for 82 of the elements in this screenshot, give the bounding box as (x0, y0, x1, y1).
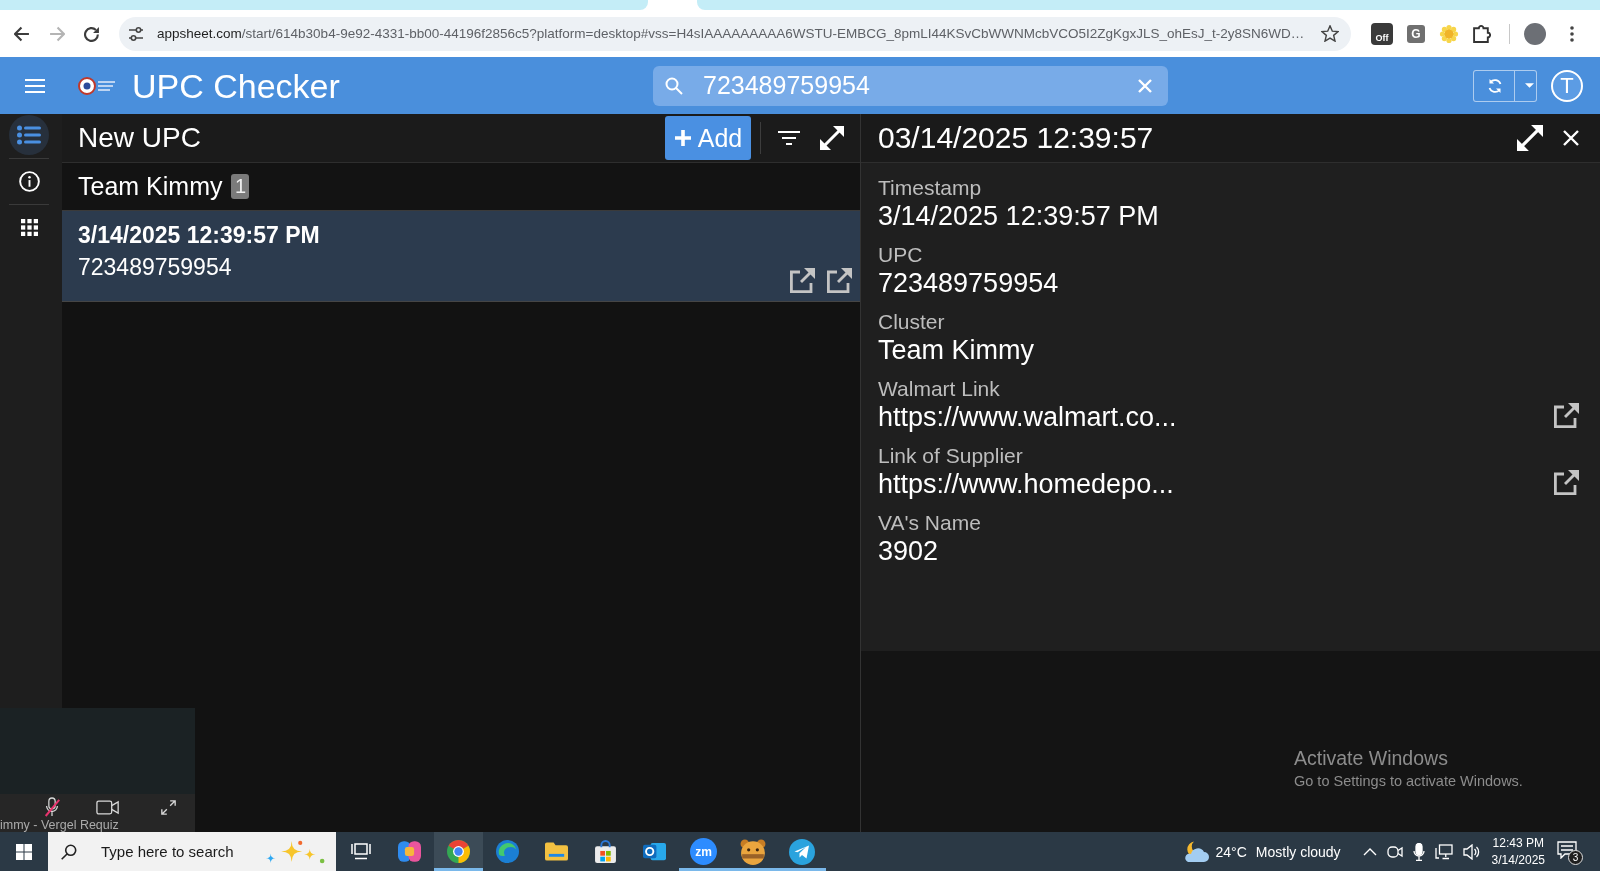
reload-icon[interactable] (84, 25, 100, 42)
folder-icon (545, 840, 568, 863)
activation-message: Go to Settings to activate Windows. (1294, 772, 1523, 791)
sparkle-icon (265, 839, 325, 864)
task-view-icon (350, 843, 371, 860)
field-link[interactable]: https://www.walmart.co... (878, 401, 1177, 433)
weather-condition[interactable]: Mostly cloudy (1255, 843, 1341, 860)
row-title: 3/14/2025 12:39:57 PM (78, 221, 320, 249)
view-title: New UPC (78, 122, 202, 154)
count-badge: 1 (231, 174, 250, 199)
sync-button[interactable] (1473, 69, 1537, 102)
puzzle-icon[interactable] (1473, 24, 1491, 43)
list-row[interactable]: 3/14/2025 12:39:57 PM 723489759954 (62, 211, 860, 302)
colorful-blob-icon (398, 840, 421, 863)
paper-plane-icon (788, 838, 815, 865)
grid-icon (20, 218, 38, 236)
taskbar-app-button[interactable] (434, 832, 483, 871)
plus-icon (673, 129, 692, 147)
external-link-icon[interactable] (825, 267, 853, 295)
mail-tile-icon (643, 840, 666, 863)
animal-face-icon (739, 838, 766, 865)
expand-icon[interactable] (1517, 125, 1543, 151)
caret-icon (1525, 83, 1534, 88)
field-label: VA's Name (878, 511, 981, 535)
microphone-icon[interactable] (1412, 842, 1425, 861)
microphone-muted-icon[interactable] (43, 797, 61, 817)
participant-name: immy - Vergel Requiz (0, 818, 119, 832)
search-placeholder: Type here to search (101, 843, 235, 860)
speaker-icon[interactable] (1462, 843, 1481, 860)
clock-time[interactable]: 12:43 PM (1492, 834, 1544, 852)
external-link-icon[interactable] (1552, 402, 1580, 430)
star-icon[interactable] (1321, 25, 1339, 42)
shopping-bag-icon (594, 840, 617, 863)
round-logo: zm (690, 838, 717, 865)
windows-logo-icon[interactable] (16, 843, 32, 860)
weather-temperature[interactable]: 24°C (1215, 843, 1247, 860)
app-title: UPC Checker (132, 65, 340, 106)
search-icon (665, 76, 683, 95)
field-value: 723489759954 (878, 267, 1059, 299)
emblem-logo (78, 75, 116, 96)
network-icon[interactable] (1434, 843, 1453, 860)
tune-icon[interactable] (128, 25, 144, 42)
info-icon (18, 170, 40, 192)
list-icon (17, 125, 41, 145)
field-link[interactable]: https://www.homedepo... (878, 468, 1174, 500)
filter-icon[interactable] (778, 130, 800, 146)
chevron-up-icon[interactable] (1362, 847, 1377, 856)
row-subtitle: 723489759954 (78, 253, 232, 281)
profile-avatar[interactable] (1524, 22, 1546, 45)
group-name: Team Kimmy (78, 172, 223, 201)
url-text[interactable]: appsheet.com/start/614b30b4-9e92-4331-bb00-44196f2856c5?platform=desktop#vss=H4sIAAAAAAAAA6WSTU-EMBCG_8pmLI44KSvCbWWNMcbVCO5I2ZgKgxJLS_ohEsJ_t-2y8SN6WD… (157, 26, 1305, 41)
field-label: Timestamp (878, 176, 982, 200)
close-icon[interactable] (1563, 130, 1579, 146)
menu-icon[interactable] (25, 78, 45, 93)
field-value: 3902 (878, 535, 939, 567)
extension-button[interactable]: G (1407, 24, 1425, 43)
video-camera-icon[interactable] (96, 798, 120, 816)
more-icon[interactable] (1570, 25, 1574, 42)
extension-status-badge[interactable]: Off (1371, 22, 1393, 45)
field-label: Walmart Link (878, 377, 1000, 401)
fullscreen-icon[interactable] (161, 799, 176, 815)
field-value: 3/14/2025 12:39:57 PM (878, 200, 1159, 232)
swirl-icon (496, 840, 519, 863)
detail-title: 03/14/2025 12:39:57 (878, 121, 1155, 155)
back-arrow-icon[interactable] (14, 25, 30, 42)
clock-date[interactable]: 3/14/2025 (1491, 851, 1545, 869)
field-value: Team Kimmy (878, 334, 1034, 366)
field-label: UPC (878, 243, 923, 267)
field-label: Cluster (878, 310, 945, 334)
activation-title: Activate Windows (1294, 746, 1448, 770)
notification-icon[interactable] (1557, 840, 1577, 859)
field-label: Link of Supplier (878, 444, 1023, 468)
address-bar[interactable]: appsheet.com/start/614b30b4-9e92-4331-bb00-44196f2856c5?platform=desktop#vss=H4sIAAAAAAAAA6WSTU-EMBCG_8pmLI44KSvCbWWNMcbVCO5I2ZgKgxJLS_ohEsJ_t-2y8SN6WD… (119, 16, 1351, 51)
search-icon (61, 843, 77, 860)
color-wheel-icon (447, 840, 470, 863)
notification-count-badge: 3 (1568, 849, 1583, 865)
taskbar-search-field[interactable]: Type here to search (48, 832, 336, 871)
sync-icon (1487, 77, 1503, 94)
expand-icon[interactable] (820, 126, 844, 150)
video-camera-icon[interactable] (1386, 843, 1403, 860)
external-link-icon[interactable] (1552, 469, 1580, 497)
external-link-icon[interactable] (788, 267, 816, 295)
